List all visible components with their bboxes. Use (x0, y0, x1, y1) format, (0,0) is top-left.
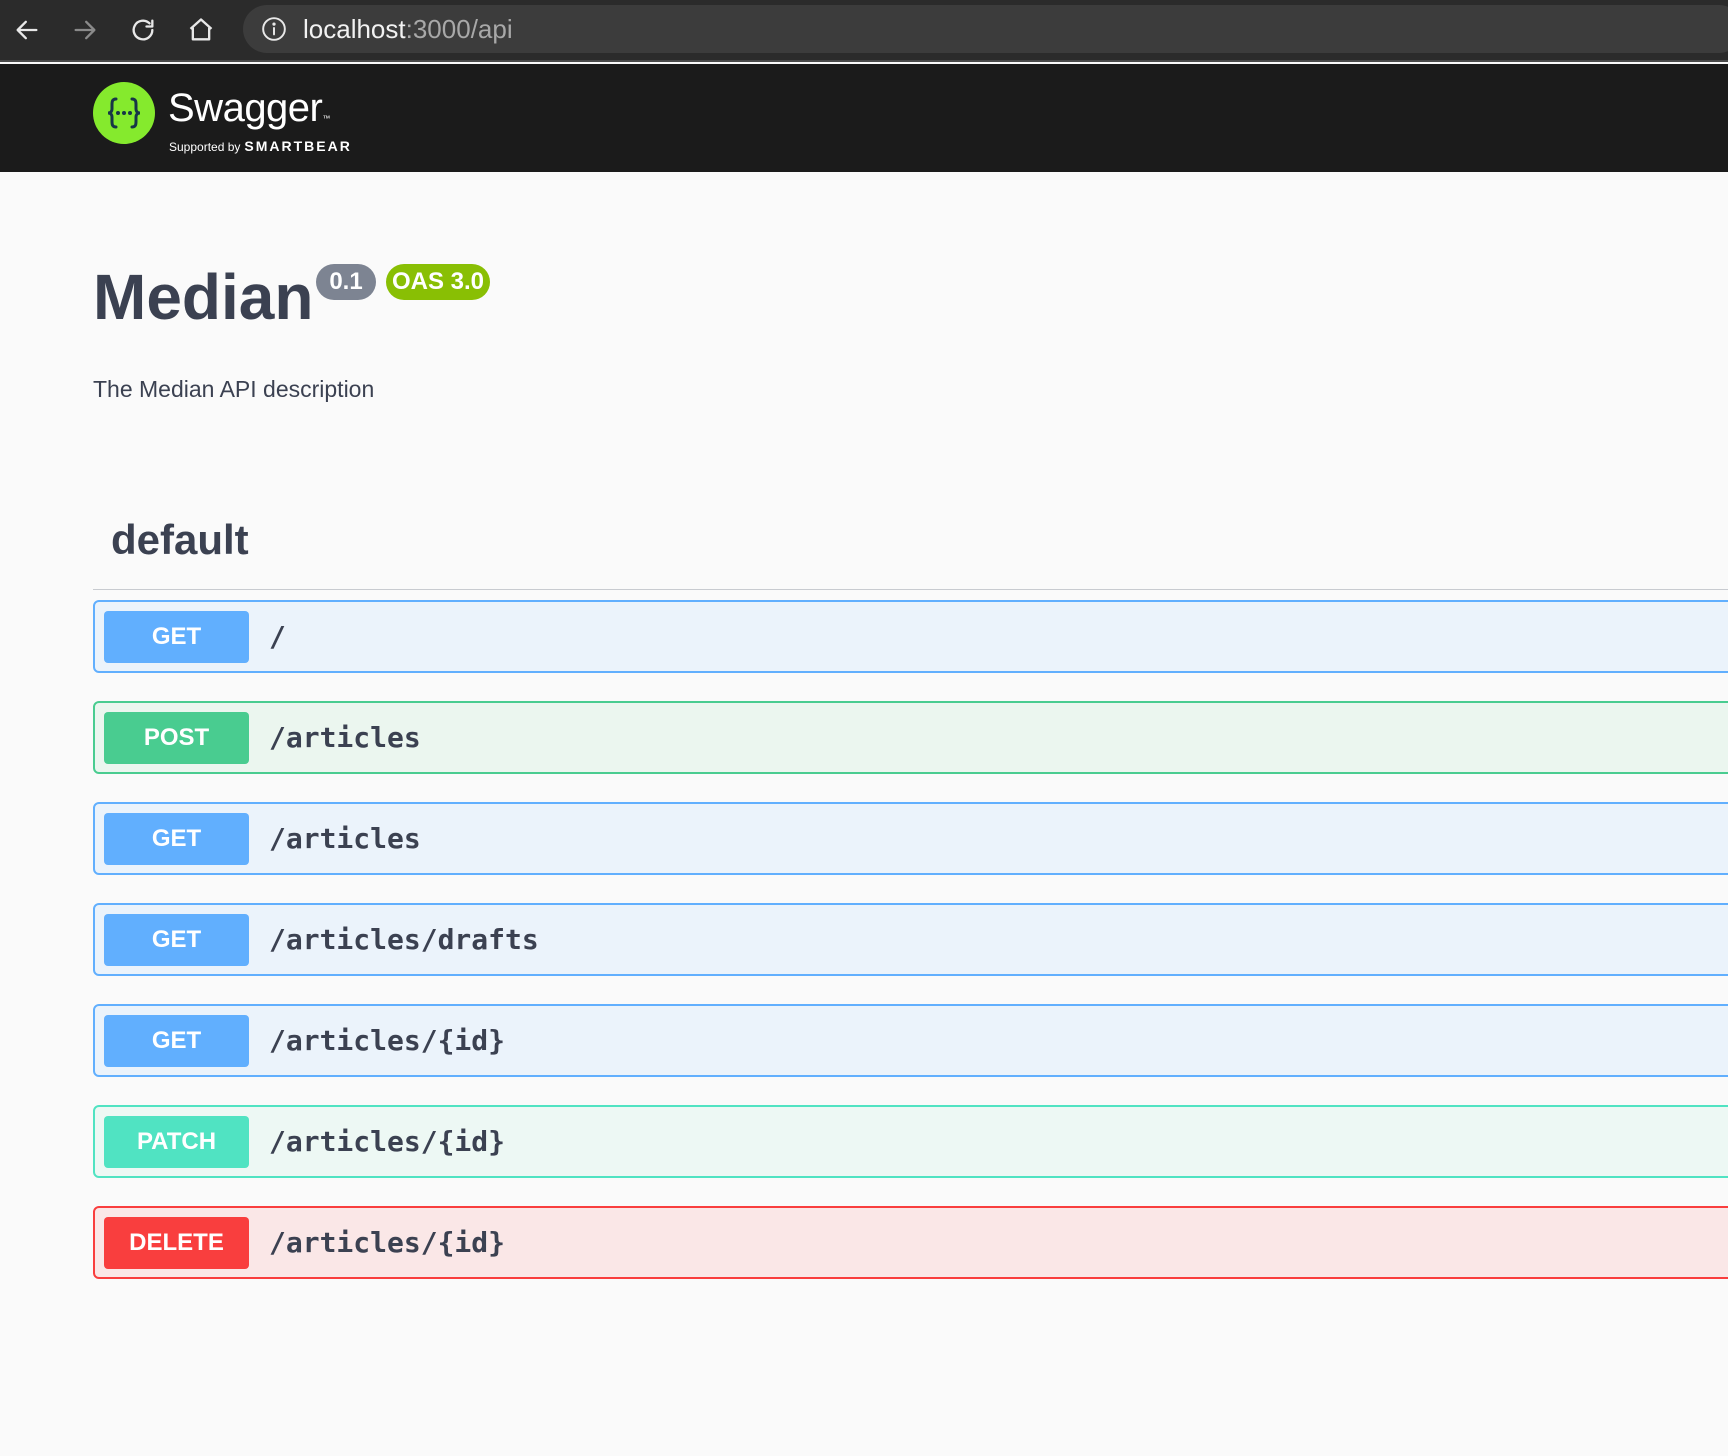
url-host: localhost (303, 13, 406, 44)
version-badge: 0.1 (316, 264, 376, 300)
info-icon[interactable] (261, 16, 287, 42)
url-path: :3000/api (405, 13, 513, 44)
forward-button[interactable] (65, 10, 105, 50)
operation-get-article-by-id[interactable]: GET /articles/{id} (93, 1004, 1728, 1077)
swagger-logo-text: Swagger™ (168, 86, 330, 130)
oas-badge: OAS 3.0 (386, 264, 490, 300)
tag-divider (93, 589, 1728, 590)
browser-toolbar: localhost:3000/api (0, 0, 1728, 62)
reload-icon (132, 19, 154, 41)
method-badge: PATCH (104, 1116, 249, 1168)
home-icon (189, 18, 213, 41)
method-badge: GET (104, 1015, 249, 1067)
method-badge: GET (104, 914, 249, 966)
method-badge: GET (104, 813, 249, 865)
operation-post-articles[interactable]: POST /articles (93, 701, 1728, 774)
tag-default-header[interactable]: default (111, 516, 249, 564)
supported-by-smartbear: Supported by SMARTBEAR (169, 138, 352, 154)
operation-get-root[interactable]: GET / (93, 600, 1728, 673)
operation-path: /articles/{id} (269, 1125, 506, 1158)
home-button[interactable] (181, 10, 221, 50)
reload-button[interactable] (123, 10, 163, 50)
operation-get-articles[interactable]: GET /articles (93, 802, 1728, 875)
address-bar[interactable]: localhost:3000/api (243, 5, 1728, 53)
swagger-braces-icon (107, 97, 141, 129)
api-title: Median (93, 261, 314, 333)
method-badge: GET (104, 611, 249, 663)
operations-list: GET / POST /articles GET /articles GET /… (93, 600, 1728, 1307)
operation-path: /articles/drafts (269, 923, 539, 956)
forward-arrow-icon (74, 20, 96, 40)
operation-path: /articles (269, 721, 421, 754)
swagger-topbar: Swagger™ Supported by SMARTBEAR (0, 64, 1728, 172)
operation-path: /articles/{id} (269, 1024, 506, 1057)
operation-path: / (269, 620, 286, 653)
operation-path: /articles (269, 822, 421, 855)
method-badge: POST (104, 712, 249, 764)
back-arrow-icon (16, 20, 38, 40)
operation-path: /articles/{id} (269, 1226, 506, 1259)
swagger-logo[interactable] (93, 82, 155, 144)
api-description: The Median API description (93, 376, 375, 402)
operation-delete-article-by-id[interactable]: DELETE /articles/{id} (93, 1206, 1728, 1279)
method-badge: DELETE (104, 1217, 249, 1269)
back-button[interactable] (7, 10, 47, 50)
operation-get-articles-drafts[interactable]: GET /articles/drafts (93, 903, 1728, 976)
operation-patch-article-by-id[interactable]: PATCH /articles/{id} (93, 1105, 1728, 1178)
